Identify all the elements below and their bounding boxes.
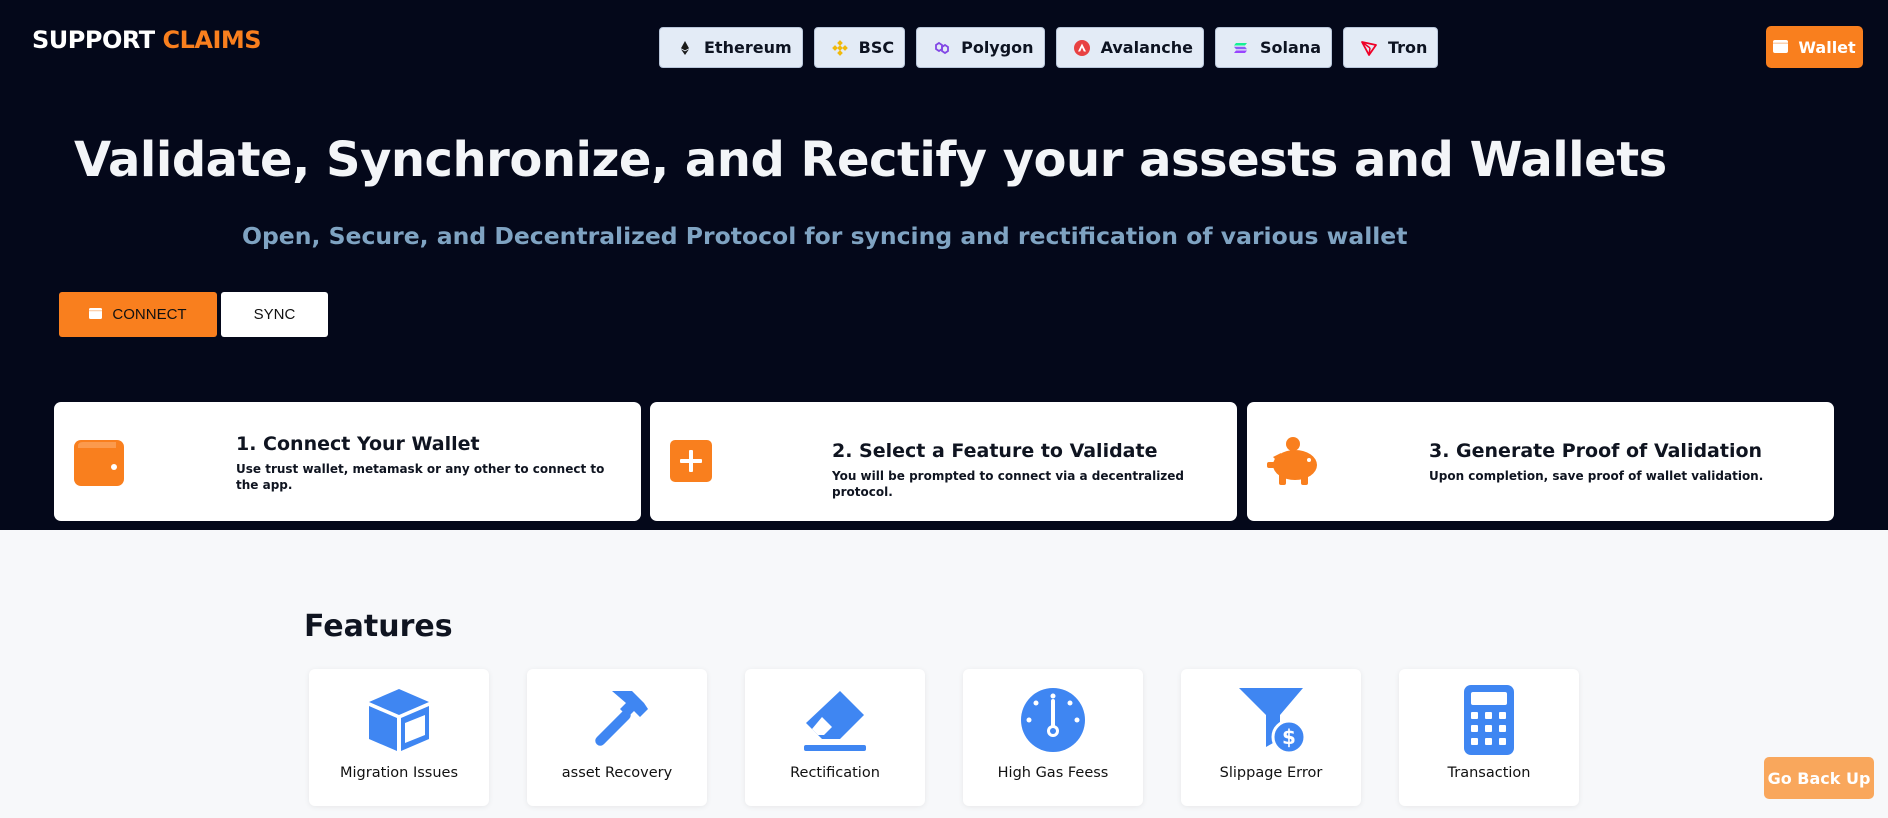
brand-logo[interactable]: SUPPORT CLAIMS xyxy=(32,26,262,54)
step-card-select-feature: 2. Select a Feature to Validate You will… xyxy=(650,402,1237,521)
hero-title: Validate, Synchronize, and Rectify your … xyxy=(74,132,1667,188)
chain-polygon-label: Polygon xyxy=(961,38,1034,57)
chain-solana-label: Solana xyxy=(1260,38,1321,57)
wallet-button[interactable]: Wallet xyxy=(1766,26,1863,68)
wallet-icon xyxy=(89,306,103,323)
piggy-bank-icon xyxy=(1265,435,1323,492)
feature-label: asset Recovery xyxy=(561,765,673,781)
brand-logo-part2: CLAIMS xyxy=(162,26,262,54)
feature-label: Slippage Error xyxy=(1219,765,1323,781)
chain-ethereum-button[interactable]: Ethereum xyxy=(659,27,803,68)
feature-high-gas-fees[interactable]: High Gas Feess xyxy=(963,669,1143,806)
chain-bsc-button[interactable]: BSC xyxy=(813,27,906,68)
chain-selector: Ethereum BSC Polygon Avalanche Solana Tr… xyxy=(659,27,1439,68)
step-title: 2. Select a Feature to Validate xyxy=(832,440,1158,462)
funnel-dollar-icon: $ xyxy=(1236,685,1306,755)
step-description: You will be prompted to connect via a de… xyxy=(832,469,1185,499)
calculator-icon xyxy=(1454,685,1524,755)
step-description: Upon completion, save proof of wallet va… xyxy=(1429,469,1764,483)
wallet-icon xyxy=(74,440,126,491)
eraser-icon xyxy=(800,685,870,755)
step-description: Use trust wallet, metamask or any other … xyxy=(236,462,605,492)
chain-solana-button[interactable]: Solana xyxy=(1215,27,1332,68)
brand-logo-part1: SUPPORT xyxy=(32,26,155,54)
svg-text:$: $ xyxy=(1282,725,1296,749)
chain-polygon-button[interactable]: Polygon xyxy=(916,27,1045,68)
step-text: 3. Generate Proof of Validation Upon com… xyxy=(1429,440,1814,484)
hero-subtitle: Open, Secure, and Decentralized Protocol… xyxy=(242,222,1408,250)
feature-slippage-error[interactable]: $ Slippage Error xyxy=(1181,669,1361,806)
sync-button-label: SYNC xyxy=(253,306,296,323)
feature-label: Migration Issues xyxy=(339,765,459,781)
go-back-up-button[interactable]: Go Back Up xyxy=(1764,757,1874,799)
features-title: Features xyxy=(304,609,453,644)
step-card-connect-wallet: 1. Connect Your Wallet Use trust wallet,… xyxy=(54,402,641,521)
connect-button-label: CONNECT xyxy=(112,306,187,323)
feature-label: High Gas Feess xyxy=(997,765,1109,781)
feature-label: Transaction xyxy=(1447,765,1531,781)
solana-icon xyxy=(1232,39,1250,57)
step-text: 2. Select a Feature to Validate You will… xyxy=(832,440,1217,500)
chain-avalanche-label: Avalanche xyxy=(1100,38,1193,57)
chain-ethereum-label: Ethereum xyxy=(704,38,792,57)
polygon-icon xyxy=(933,39,951,57)
chain-avalanche-button[interactable]: Avalanche xyxy=(1055,27,1204,68)
feature-migration-issues[interactable]: Migration Issues xyxy=(309,669,489,806)
gauge-icon xyxy=(1018,685,1088,755)
wallet-button-label: Wallet xyxy=(1798,37,1856,57)
tron-icon xyxy=(1360,39,1378,57)
step-text: 1. Connect Your Wallet Use trust wallet,… xyxy=(236,433,621,493)
step-card-generate-proof: 3. Generate Proof of Validation Upon com… xyxy=(1247,402,1834,521)
step-title: 3. Generate Proof of Validation xyxy=(1429,440,1763,462)
feature-transaction[interactable]: Transaction xyxy=(1399,669,1579,806)
chain-tron-button[interactable]: Tron xyxy=(1342,27,1439,68)
plus-square-icon xyxy=(670,440,712,487)
step-title: 1. Connect Your Wallet xyxy=(236,433,480,455)
hammer-icon xyxy=(582,685,652,755)
connect-button[interactable]: CONNECT xyxy=(59,292,217,337)
sync-button[interactable]: SYNC xyxy=(221,292,328,337)
bsc-icon xyxy=(831,39,849,57)
wallet-icon xyxy=(1773,38,1789,57)
ethereum-icon xyxy=(676,39,694,57)
feature-rectification[interactable]: Rectification xyxy=(745,669,925,806)
chain-tron-label: Tron xyxy=(1387,38,1428,57)
feature-label: Rectification xyxy=(790,765,880,781)
avalanche-icon xyxy=(1073,39,1091,57)
feature-asset-recovery[interactable]: asset Recovery xyxy=(527,669,707,806)
chain-bsc-label: BSC xyxy=(858,38,895,57)
cube-icon xyxy=(364,685,434,755)
